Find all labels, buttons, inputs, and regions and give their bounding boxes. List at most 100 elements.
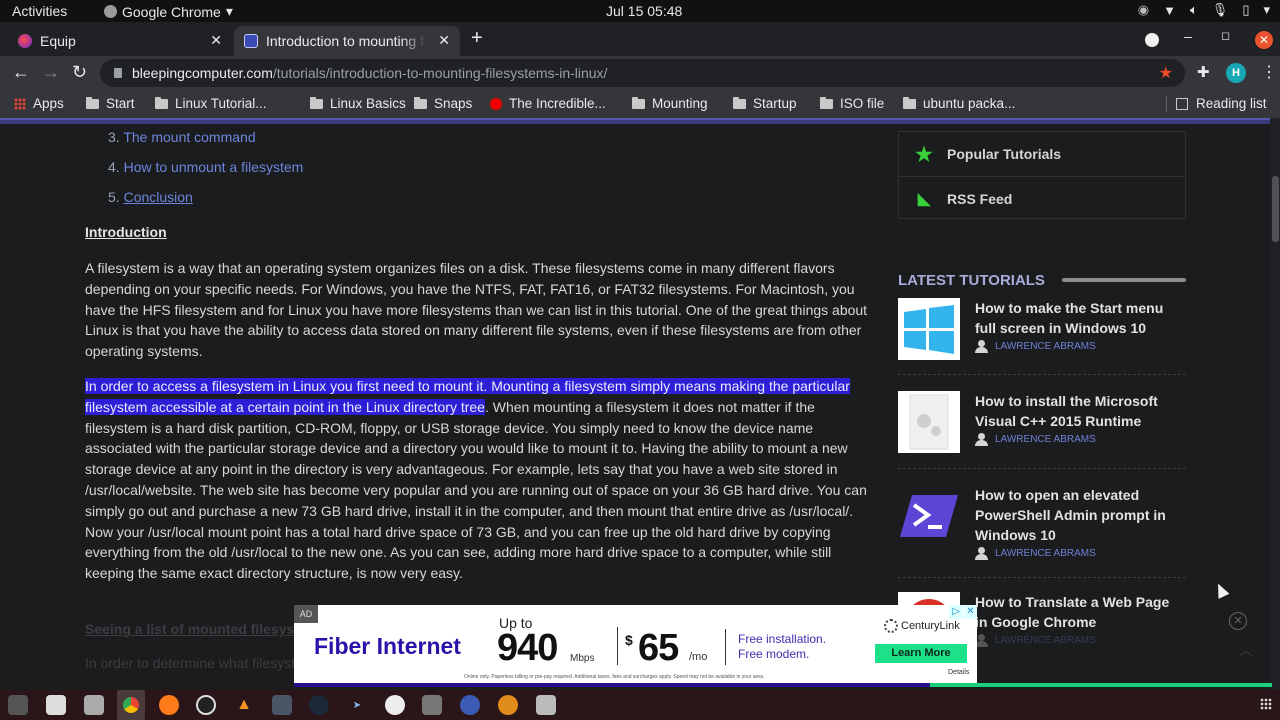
- wifi-icon[interactable]: ▼: [1163, 3, 1176, 18]
- paragraph-text: . When mounting a filesystem it does not…: [85, 398, 867, 582]
- rss-icon: ◣: [917, 190, 931, 208]
- close-window-button[interactable]: ✕: [1255, 31, 1273, 49]
- text-editor-icon[interactable]: [272, 695, 292, 715]
- app-menu[interactable]: Google Chrome ▾: [104, 3, 233, 20]
- tutorial-author[interactable]: LAWRENCE ABRAMS: [975, 340, 1096, 353]
- toc-item: 5. Conclusion: [108, 189, 193, 205]
- chrome-dock-icon[interactable]: [117, 690, 145, 720]
- bookmark-the-incredible[interactable]: The Incredible...: [490, 96, 606, 111]
- vlc-icon[interactable]: ▲: [234, 695, 254, 715]
- bookmark-label: ISO file: [840, 96, 885, 111]
- microphone-icon[interactable]: 🎙︎: [1212, 2, 1229, 18]
- ad-brand: CenturyLink: [884, 619, 960, 633]
- forward-button[interactable]: →: [42, 62, 60, 83]
- page-scrollbar[interactable]: [1270, 118, 1280, 690]
- reading-list-button[interactable]: Reading list: [1176, 96, 1267, 111]
- latest-tutorials-heading: LATEST TUTORIALS: [898, 272, 1045, 289]
- keepass-icon[interactable]: [460, 695, 480, 715]
- usb-drive-icon[interactable]: [536, 695, 556, 715]
- ad-close-icon[interactable]: ✕: [964, 605, 977, 619]
- obs-icon[interactable]: [196, 695, 216, 715]
- bleepingcomputer-favicon-icon: [244, 34, 258, 48]
- bookmark-iso-file[interactable]: ISO file: [820, 96, 884, 111]
- bookmark-mounting[interactable]: Mounting: [632, 96, 708, 111]
- gears-file-thumbnail[interactable]: [898, 391, 960, 453]
- volume-icon[interactable]: 🔈︎: [1190, 2, 1198, 18]
- tab-search-icon[interactable]: [1145, 33, 1159, 47]
- sidebar-link-rss-feed[interactable]: ◣ RSS Feed: [899, 176, 1185, 220]
- ad-details-link[interactable]: Details: [948, 669, 969, 676]
- ad-perk: Free modem.: [738, 647, 810, 661]
- close-tab-icon[interactable]: ✕: [438, 32, 450, 49]
- extensions-puzzle-icon[interactable]: ✚: [1197, 63, 1210, 81]
- lock-icon[interactable]: [114, 68, 122, 78]
- toc-link-mount-command[interactable]: The mount command: [123, 129, 255, 145]
- tab-bleepingcomputer[interactable]: Introduction to mounting filesystems in …: [234, 26, 460, 56]
- bookmark-label: Mounting: [652, 96, 708, 111]
- tutorial-author[interactable]: LAWRENCE ABRAMS: [975, 547, 1096, 560]
- equip-favicon-icon: [18, 34, 32, 48]
- obs-tray-icon[interactable]: ◉: [1138, 2, 1149, 18]
- new-tab-button[interactable]: +: [471, 27, 483, 50]
- bookmark-snaps[interactable]: Snaps: [414, 96, 472, 111]
- back-button[interactable]: ←: [12, 62, 30, 83]
- windows-logo-thumbnail[interactable]: [898, 298, 960, 360]
- firefox-icon[interactable]: [159, 695, 179, 715]
- paragraph-next: In order to determine what filesystems: [85, 655, 322, 671]
- media-icon[interactable]: [422, 695, 442, 715]
- files-icon[interactable]: [46, 695, 66, 715]
- app-icon[interactable]: ➤: [347, 695, 367, 715]
- tutorial-title-link[interactable]: How to open an elevated PowerShell Admin…: [975, 485, 1180, 545]
- advertisement-banner[interactable]: AD Fiber Internet Up to 940 Mbps $ 65 /m…: [294, 605, 1272, 687]
- tutorial-title-link[interactable]: How to make the Start menu full screen i…: [975, 298, 1180, 338]
- chevron-down-icon[interactable]: ▾: [1263, 2, 1270, 18]
- ad-learn-more-button[interactable]: Learn More: [875, 644, 967, 663]
- bookmark-apps[interactable]: Apps: [14, 96, 64, 111]
- bookmark-start[interactable]: Start: [86, 96, 135, 111]
- clock[interactable]: Jul 15 05:48: [606, 3, 682, 19]
- scrollbar-thumb[interactable]: [1272, 176, 1279, 242]
- bookmark-linux-basics[interactable]: Linux Basics: [310, 96, 406, 111]
- bookmark-ubuntu-packa[interactable]: ubuntu packa...: [903, 96, 1015, 111]
- address-bar[interactable]: bleepingcomputer.com/tutorials/introduct…: [100, 59, 1185, 87]
- app-name: Google Chrome: [122, 3, 221, 20]
- bookmark-startup[interactable]: Startup: [733, 96, 797, 111]
- powershell-thumbnail[interactable]: [898, 485, 960, 547]
- url-host: bleepingcomputer.com: [132, 65, 273, 81]
- tutorial-author[interactable]: LAWRENCE ABRAMS: [975, 634, 1096, 647]
- back-to-top-button[interactable]: ︿: [1239, 640, 1253, 660]
- disk-utility-icon[interactable]: [84, 695, 104, 715]
- bookmark-linux-tutorial[interactable]: Linux Tutorial...: [155, 96, 267, 111]
- tutorial-title-link[interactable]: How to Translate a Web Page in Google Ch…: [975, 592, 1180, 632]
- close-overlay-button[interactable]: ✕: [1229, 612, 1247, 630]
- system-tray[interactable]: ◉ ▼ 🔈︎ 🎙︎ ▯ ▾: [1138, 2, 1270, 18]
- toc-number: 5.: [108, 189, 120, 205]
- battery-icon[interactable]: ▯: [1242, 2, 1249, 18]
- tutorial-title-link[interactable]: How to install the Microsoft Visual C++ …: [975, 391, 1180, 431]
- profile-avatar[interactable]: H: [1226, 63, 1246, 83]
- divider: [898, 468, 1186, 469]
- adchoices-icon[interactable]: ▷: [949, 605, 963, 619]
- game-icon[interactable]: [498, 695, 518, 715]
- toc-link-conclusion[interactable]: Conclusion: [124, 189, 193, 205]
- ad-currency: $: [625, 632, 633, 648]
- reload-button[interactable]: ↻: [72, 62, 87, 83]
- show-applications-icon[interactable]: [1260, 698, 1272, 710]
- activities-button[interactable]: Activities: [12, 3, 67, 19]
- vpn-icon[interactable]: [385, 695, 405, 715]
- chrome-menu-icon[interactable]: ⋮: [1261, 62, 1277, 82]
- maximize-button[interactable]: ◻: [1221, 29, 1230, 42]
- reading-list-icon: [1176, 97, 1188, 110]
- browser-toolbar: ← → ↻ bleepingcomputer.com/tutorials/int…: [0, 56, 1280, 90]
- close-tab-icon[interactable]: ✕: [210, 32, 222, 49]
- sidebar-link-popular-tutorials[interactable]: ★ Popular Tutorials: [899, 132, 1185, 176]
- terminal-icon[interactable]: [8, 695, 28, 715]
- tutorial-author[interactable]: LAWRENCE ABRAMS: [975, 433, 1096, 446]
- toc-link-unmount[interactable]: How to unmount a filesystem: [124, 159, 304, 175]
- bookmark-star-icon[interactable]: ★: [1159, 63, 1173, 83]
- ad-headline[interactable]: Fiber Internet: [314, 633, 461, 660]
- steam-icon[interactable]: [309, 695, 329, 715]
- minimize-button[interactable]: –: [1184, 28, 1192, 44]
- tab-equip[interactable]: Equip ✕: [0, 26, 232, 56]
- ad-divider: [725, 629, 726, 665]
